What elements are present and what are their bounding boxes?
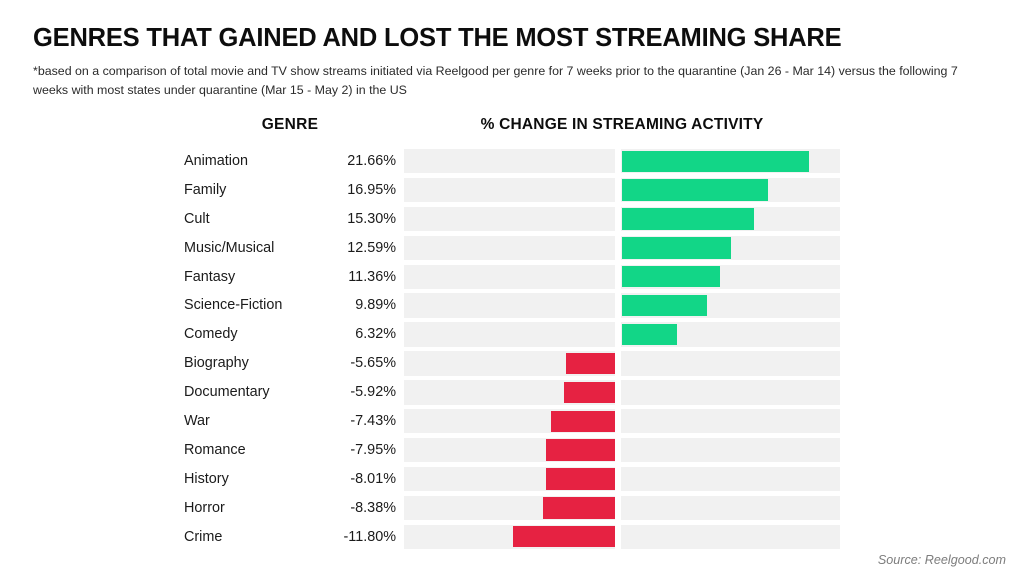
- column-header-genre: GENRE: [261, 116, 319, 133]
- genre-label: Romance: [184, 441, 246, 458]
- bar-positive: [622, 208, 755, 230]
- genre-label: Documentary: [184, 384, 270, 401]
- genre-value: 6.32%: [355, 326, 396, 343]
- bar-track-positive: [621, 495, 840, 521]
- genre-label: Music/Musical: [184, 239, 275, 256]
- genre-value: -7.43%: [350, 413, 396, 430]
- bar-negative: [513, 526, 615, 548]
- genre-label: Family: [184, 181, 227, 198]
- bar-track-positive: [621, 466, 840, 492]
- chart-row: Documentary -5.92%: [0, 380, 1024, 405]
- bar-negative: [542, 497, 615, 519]
- genre-value: 21.66%: [347, 153, 396, 169]
- chart-row: Biography -5.65%: [0, 351, 1024, 376]
- chart-row: Science-Fiction 9.89%: [0, 293, 1024, 318]
- genre-value: -8.01%: [350, 470, 396, 487]
- genre-value: -7.95%: [350, 441, 396, 458]
- bar-track-negative: [404, 322, 615, 347]
- genre-label: History: [184, 470, 229, 487]
- genre-value: 9.89%: [355, 297, 396, 314]
- bar-track-negative: [404, 206, 615, 232]
- genre-value: -5.92%: [350, 384, 396, 401]
- genre-label: Comedy: [184, 326, 238, 343]
- chart-header: GENRES THAT GAINED AND LOST THE MOST STR…: [33, 24, 991, 99]
- genre-label: Animation: [184, 153, 248, 169]
- genre-label: War: [184, 413, 210, 430]
- chart-row: Romance -7.95%: [0, 437, 1024, 463]
- chart-row: Horror -8.38%: [0, 495, 1024, 521]
- source-attribution: Source: Reelgood.com: [877, 553, 1006, 567]
- chart-row: Crime -11.80%: [0, 524, 1024, 549]
- bar-track-positive: [621, 380, 840, 405]
- bar-positive: [622, 237, 731, 259]
- chart-row: Animation 21.66%: [0, 149, 1024, 174]
- bar-positive: [622, 179, 769, 201]
- bar-negative: [563, 381, 615, 404]
- bar-track-negative: [404, 264, 615, 289]
- genre-label: Cult: [184, 210, 210, 227]
- chart-row: War -7.43%: [0, 409, 1024, 434]
- bar-track-negative: [404, 149, 615, 174]
- genre-value: -11.80%: [343, 528, 396, 545]
- chart-subtitle: *based on a comparison of total movie an…: [33, 64, 958, 97]
- column-header-activity: % CHANGE IN STREAMING ACTIVITY: [480, 116, 764, 133]
- bar-track-positive: [621, 524, 840, 549]
- bar-negative: [550, 410, 615, 432]
- bar-track-negative: [404, 235, 615, 261]
- bar-track-positive: [621, 437, 840, 463]
- genre-label: Biography: [184, 355, 249, 372]
- genre-value: 12.59%: [347, 239, 396, 256]
- genre-value: 15.30%: [347, 210, 396, 227]
- genre-label: Horror: [184, 499, 225, 516]
- bar-positive: [622, 294, 708, 317]
- chart-row: Cult 15.30%: [0, 206, 1024, 232]
- bar-positive: [622, 323, 677, 346]
- column-header-row: GENRE % CHANGE IN STREAMING ACTIVITY: [0, 116, 1024, 140]
- bar-track-positive: [621, 351, 840, 376]
- genre-value: -8.38%: [350, 499, 396, 516]
- page-title: GENRES THAT GAINED AND LOST THE MOST STR…: [33, 24, 842, 52]
- genre-value: 11.36%: [348, 268, 396, 285]
- bar-positive: [622, 266, 721, 288]
- bar-negative: [546, 439, 615, 461]
- genre-label: Crime: [184, 528, 223, 545]
- bar-positive: [622, 150, 810, 172]
- chart-row: Fantasy 11.36%: [0, 264, 1024, 289]
- genre-label: Fantasy: [184, 268, 236, 285]
- chart-row: Comedy 6.32%: [0, 322, 1024, 347]
- chart-rows: Animation 21.66% Family 16.95% Cult 15.30% Mus…: [0, 149, 1024, 553]
- genre-value: -5.65%: [350, 355, 396, 372]
- chart-row: Family 16.95%: [0, 177, 1024, 203]
- chart-row: History -8.01%: [0, 466, 1024, 492]
- bar-track-positive: [621, 409, 840, 434]
- bar-track-negative: [404, 293, 615, 318]
- bar-track-negative: [404, 177, 615, 203]
- bar-negative: [545, 468, 615, 490]
- bar-negative: [566, 352, 615, 375]
- genre-value: 16.95%: [347, 181, 396, 198]
- genre-label: Science-Fiction: [184, 297, 283, 314]
- chart-row: Music/Musical 12.59%: [0, 235, 1024, 261]
